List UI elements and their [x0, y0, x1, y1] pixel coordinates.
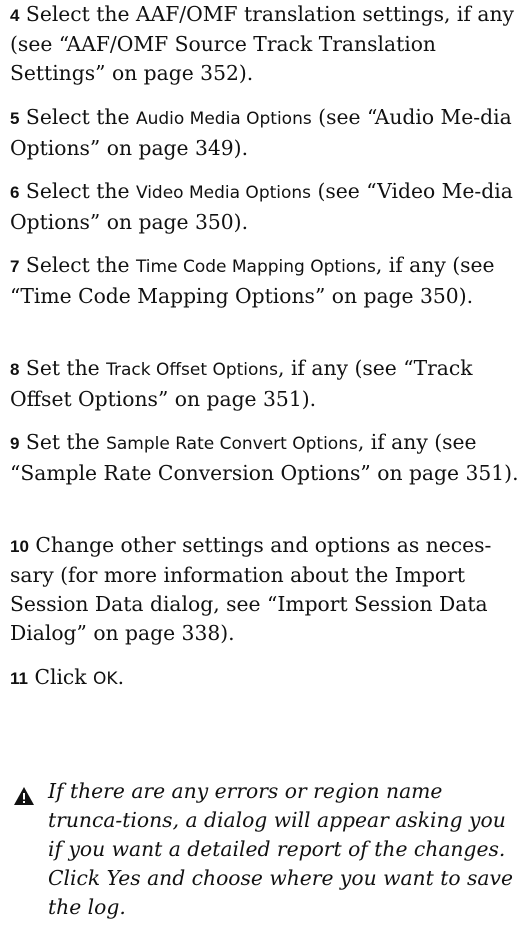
step-4: 4 Select the AAF/OMF translation setting…	[10, 0, 520, 87]
warning-text: If there are any errors or region name t…	[48, 779, 513, 919]
step-list: 4 Select the AAF/OMF translation setting…	[10, 0, 520, 708]
step-11: 11 Click OK.	[10, 663, 520, 692]
step-10: 10 Change other settings and options as …	[10, 531, 520, 647]
step-text: Select the AAF/OMF translation settings,…	[10, 2, 514, 85]
step-text: Set the	[25, 356, 107, 380]
ui-term: Video Media Options	[135, 183, 312, 203]
step-text: Select the	[25, 253, 136, 277]
step-text: Click	[34, 665, 94, 689]
step-9: 9 Set the Sample Rate Convert Options, i…	[10, 428, 520, 515]
step-text: Select the	[25, 179, 136, 203]
step-6: 6 Select the Video Media Options (see “V…	[10, 177, 520, 235]
step-text: .	[117, 665, 125, 689]
step-number: 11	[10, 669, 28, 688]
step-number: 6	[10, 183, 20, 202]
step-number: 4	[10, 6, 20, 25]
step-number: 10	[10, 537, 29, 556]
ui-term: Audio Media Options	[135, 109, 312, 129]
step-text: Select the	[25, 105, 136, 129]
step-text: Set the	[25, 430, 107, 454]
manual-page: 4 Select the AAF/OMF translation setting…	[0, 0, 523, 934]
step-5: 5 Select the Audio Media Options (see “A…	[10, 103, 520, 161]
ui-term: Time Code Mapping Options	[135, 257, 376, 277]
warning-triangle-icon	[14, 787, 34, 805]
step-number: 5	[10, 109, 20, 128]
step-number: 8	[10, 360, 20, 379]
step-text: Change other settings and options as nec…	[10, 533, 492, 645]
step-number: 7	[10, 257, 20, 276]
ui-term: OK	[93, 669, 118, 689]
ui-term: Sample Rate Convert Options	[106, 434, 358, 454]
step-8: 8 Set the Track Offset Options, if any (…	[10, 354, 520, 412]
ui-term: Track Offset Options	[106, 360, 279, 380]
step-7: 7 Select the Time Code Mapping Options, …	[10, 251, 520, 338]
warning-note: If there are any errors or region name t…	[10, 777, 520, 922]
step-number: 9	[10, 434, 20, 453]
